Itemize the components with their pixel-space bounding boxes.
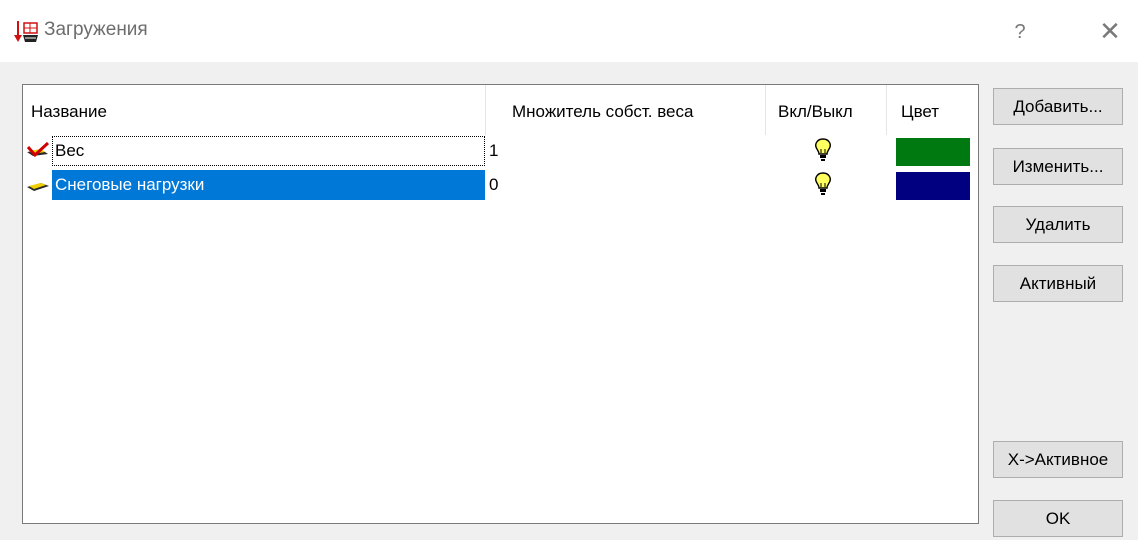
lightbulb-icon[interactable] (812, 171, 834, 197)
column-header-name[interactable]: Название (23, 85, 486, 135)
row-multiplier[interactable]: 1 (489, 136, 498, 166)
load-cases-app-icon (14, 21, 38, 42)
edit-button[interactable]: Изменить... (993, 148, 1123, 185)
add-button[interactable]: Добавить... (993, 88, 1123, 125)
x-to-active-button[interactable]: X->Активное (993, 441, 1123, 478)
row-name[interactable]: Вес (52, 136, 485, 166)
table-row[interactable]: Снеговые нагрузки 0 (23, 170, 978, 200)
window-title: Загружения (44, 19, 148, 40)
ok-button[interactable]: OK (993, 500, 1123, 537)
delete-button[interactable]: Удалить (993, 206, 1123, 243)
row-name[interactable]: Снеговые нагрузки (52, 170, 485, 200)
column-header-color[interactable]: Цвет (887, 85, 978, 135)
help-button[interactable]: ? (1000, 14, 1040, 50)
row-color-swatch[interactable] (896, 138, 970, 166)
checked-load-icon (26, 142, 50, 158)
set-active-button[interactable]: Активный (993, 265, 1123, 302)
load-cases-list[interactable]: Название Множитель собст. веса Вкл/Выкл … (22, 84, 979, 524)
column-header-multiplier[interactable]: Множитель собст. веса (486, 85, 766, 135)
lightbulb-icon[interactable] (812, 137, 834, 163)
row-color-swatch[interactable] (896, 172, 970, 200)
row-multiplier[interactable]: 0 (489, 170, 498, 200)
load-plate-icon (27, 183, 49, 191)
close-button[interactable]: ✕ (1090, 14, 1130, 50)
column-header-on-off[interactable]: Вкл/Выкл (766, 85, 887, 135)
table-row[interactable]: Вес 1 (23, 136, 978, 166)
title-bar: Загружения ? ✕ (0, 0, 1138, 62)
